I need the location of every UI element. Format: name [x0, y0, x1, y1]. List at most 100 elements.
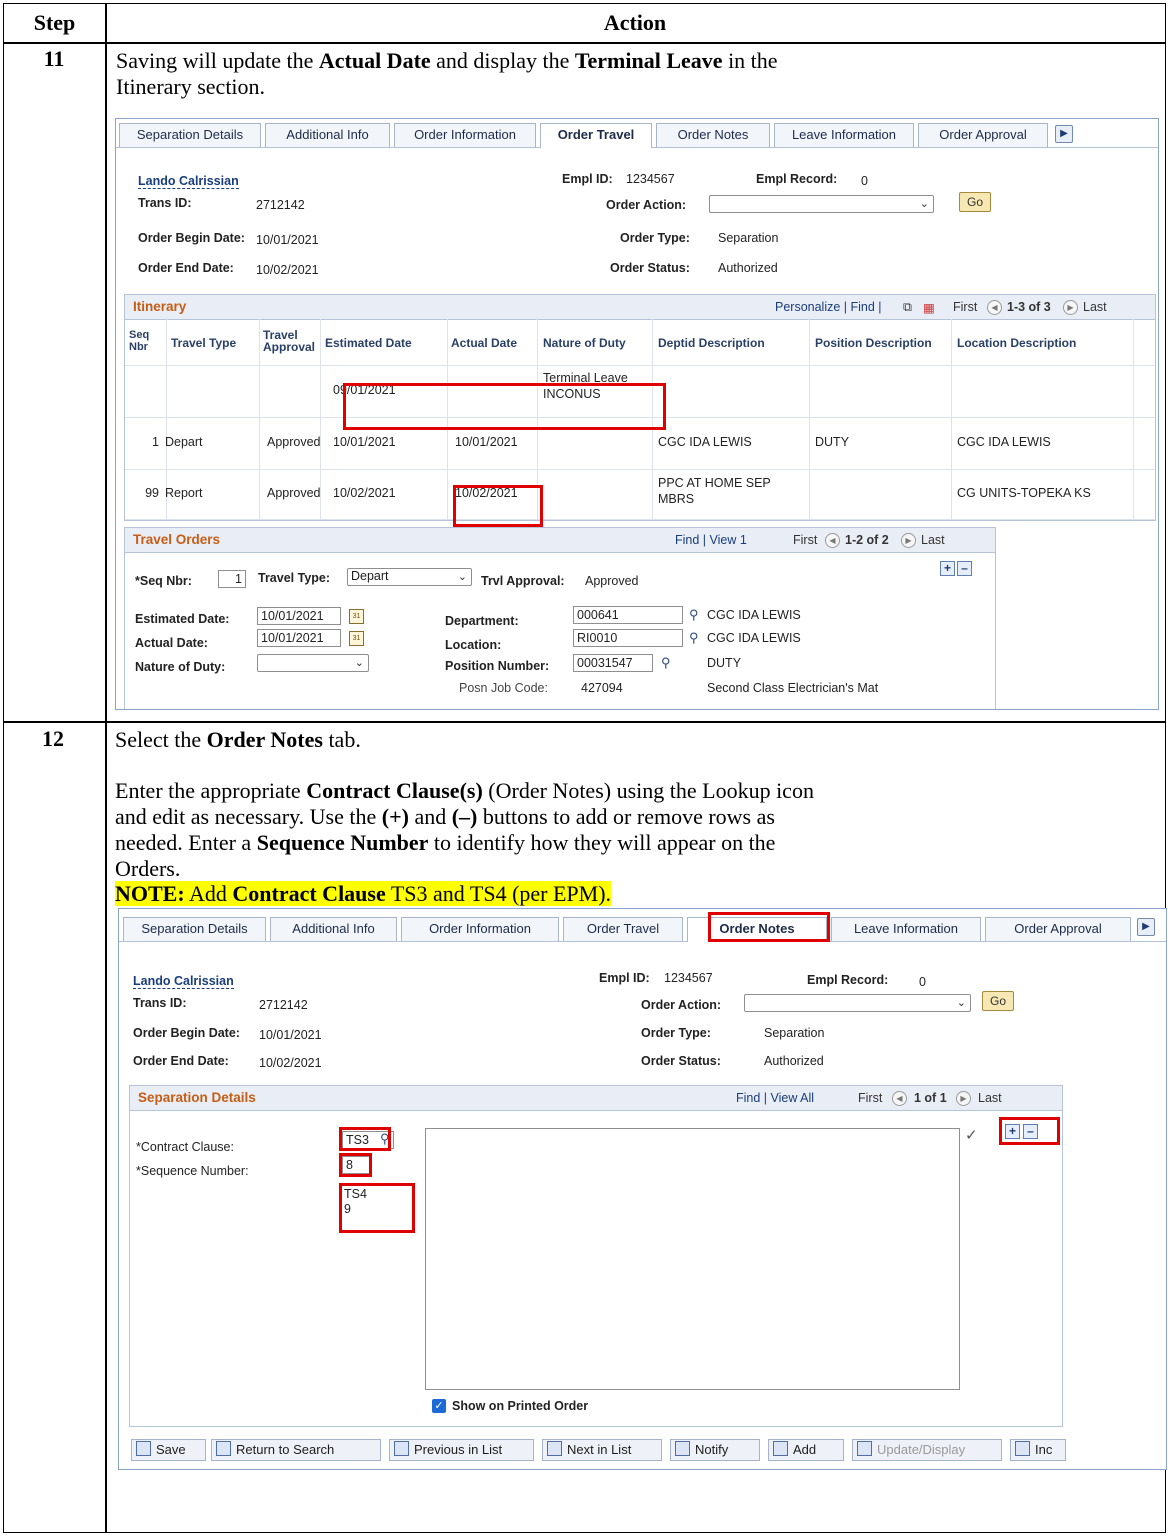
- order-action-select[interactable]: ⌄: [709, 195, 934, 213]
- itinerary-first[interactable]: First: [953, 300, 977, 314]
- tab-order-notes[interactable]: Order Notes: [656, 123, 770, 147]
- go-button[interactable]: Go: [982, 991, 1014, 1011]
- separation-last[interactable]: Last: [978, 1091, 1002, 1105]
- tab-order-travel[interactable]: Order Travel: [540, 123, 652, 148]
- step12-note: NOTE: Add Contract Clause TS3 and TS4 (p…: [115, 881, 612, 906]
- add-button[interactable]: Add: [768, 1439, 844, 1461]
- search-icon[interactable]: ⚲: [689, 630, 699, 646]
- empl-record-label: Empl Record:: [807, 973, 889, 987]
- travel-count: 1-2 of 2: [845, 533, 889, 547]
- travel-orders-nav[interactable]: Find | View 1: [675, 533, 747, 547]
- return-icon: [216, 1441, 231, 1456]
- remove-row-icon[interactable]: –: [957, 561, 972, 576]
- travel-first[interactable]: First: [793, 533, 817, 547]
- employee-name[interactable]: Lando Calrissian: [133, 974, 234, 989]
- add-row-icon[interactable]: +: [940, 561, 955, 576]
- return-to-search-button[interactable]: Return to Search: [211, 1439, 381, 1461]
- prev-icon[interactable]: ◀: [987, 300, 1002, 316]
- update-display-button[interactable]: Update/Display: [852, 1439, 1002, 1461]
- next-icon[interactable]: ▶: [901, 533, 916, 549]
- order-action-label: Order Action:: [606, 198, 687, 212]
- row-separator: [125, 469, 1155, 470]
- actual-date-field[interactable]: 10/01/2021: [257, 629, 341, 647]
- add-icon: [773, 1441, 788, 1456]
- posn-job-desc: Second Class Electrician's Mat: [707, 681, 879, 695]
- tab-order-information[interactable]: Order Information: [394, 123, 536, 147]
- tab-additional-info[interactable]: Additional Info: [265, 123, 390, 147]
- zoom-icon[interactable]: ⧉: [903, 300, 912, 315]
- row2-estimated-date: 10/01/2021: [333, 435, 396, 449]
- previous-icon: [394, 1441, 409, 1456]
- row3-estimated-date: 10/02/2021: [333, 486, 396, 500]
- itinerary-nav[interactable]: Personalize | Find |: [775, 300, 882, 314]
- employee-name[interactable]: Lando Calrissian: [138, 174, 239, 189]
- empl-record-label: Empl Record:: [756, 172, 838, 186]
- tab-order-approval[interactable]: Order Approval: [985, 917, 1131, 941]
- tab-order-information[interactable]: Order Information: [401, 917, 559, 941]
- row2-seq: 1: [152, 435, 159, 449]
- next-icon[interactable]: ▶: [1063, 300, 1078, 316]
- position-number-field[interactable]: 00031547: [573, 654, 653, 672]
- prev-icon[interactable]: ◀: [892, 1091, 907, 1107]
- nature-of-duty-label: Nature of Duty:: [135, 660, 226, 674]
- save-button[interactable]: Save: [131, 1439, 206, 1461]
- notify-icon: [675, 1441, 690, 1456]
- actual-date-label: Actual Date:: [135, 636, 208, 650]
- show-on-printed-checkbox[interactable]: ✓: [432, 1399, 446, 1413]
- next-icon[interactable]: ▶: [956, 1091, 971, 1107]
- nature-of-duty-select[interactable]: ⌄: [257, 654, 369, 672]
- calendar-icon[interactable]: 31: [349, 631, 364, 646]
- step-number-12: 12: [42, 726, 64, 751]
- notify-button[interactable]: Notify: [670, 1439, 760, 1461]
- empl-id-label: Empl ID:: [599, 971, 650, 985]
- itinerary-last[interactable]: Last: [1083, 300, 1107, 314]
- prev-icon[interactable]: ◀: [825, 533, 840, 549]
- order-type-label: Order Type:: [641, 1026, 711, 1040]
- clause-text-area[interactable]: [425, 1128, 960, 1390]
- next-tab-icon[interactable]: ▶: [1137, 918, 1155, 936]
- include-history-button[interactable]: Inc: [1010, 1439, 1066, 1461]
- empl-record: 0: [919, 975, 926, 989]
- tab-additional-info[interactable]: Additional Info: [270, 917, 397, 941]
- order-status: Authorized: [718, 261, 778, 275]
- tab-order-approval[interactable]: Order Approval: [918, 123, 1048, 147]
- col-travel-type: Travel Type: [171, 336, 237, 350]
- tab-leave-information[interactable]: Leave Information: [831, 917, 981, 941]
- travel-type-label: Travel Type:: [258, 571, 331, 585]
- travel-last[interactable]: Last: [921, 533, 945, 547]
- previous-in-list-button[interactable]: Previous in List: [389, 1439, 534, 1461]
- travel-type-select[interactable]: Depart ⌄: [347, 568, 472, 586]
- tab-separation-details[interactable]: Separation Details: [119, 123, 261, 147]
- estimated-date-field[interactable]: 10/01/2021: [257, 607, 341, 625]
- tab-order-travel[interactable]: Order Travel: [563, 917, 683, 941]
- next-tab-icon[interactable]: ▶: [1055, 125, 1073, 143]
- highlight-terminal-leave: [343, 383, 666, 430]
- tab-leave-information[interactable]: Leave Information: [774, 123, 914, 147]
- chevron-down-icon: ⌄: [457, 571, 467, 583]
- department-field[interactable]: 000641: [573, 606, 683, 624]
- next-in-list-button[interactable]: Next in List: [542, 1439, 662, 1461]
- separation-nav[interactable]: Find | View All: [736, 1091, 814, 1105]
- row3-location: CG UNITS-TOPEKA KS: [957, 486, 1091, 500]
- col-seq-nbr: Seq Nbr: [129, 329, 150, 353]
- order-type-label: Order Type:: [620, 231, 690, 245]
- order-action-select[interactable]: ⌄: [744, 994, 971, 1012]
- location-field[interactable]: RI0010: [573, 629, 683, 647]
- separation-count: 1 of 1: [914, 1091, 947, 1105]
- row-divider: [4, 721, 1165, 723]
- separation-details-grid: Separation Details Find | View All First…: [129, 1085, 1063, 1427]
- separation-title: Separation Details: [138, 1090, 256, 1105]
- search-icon[interactable]: ⚲: [661, 655, 671, 671]
- spellcheck-icon[interactable]: ✓: [965, 1126, 978, 1144]
- tab-separation-details[interactable]: Separation Details: [123, 917, 266, 941]
- empl-id: 1234567: [626, 172, 675, 186]
- seq-nbr-field[interactable]: 1: [218, 570, 246, 588]
- order-status-label: Order Status:: [610, 261, 690, 275]
- calendar-icon[interactable]: 31: [349, 609, 364, 624]
- seq-nbr-label: *Seq Nbr:: [135, 574, 192, 588]
- go-button[interactable]: Go: [959, 192, 991, 212]
- separation-first[interactable]: First: [858, 1091, 882, 1105]
- download-icon[interactable]: ▦: [923, 300, 935, 315]
- itinerary-title-bar: Itinerary Personalize | Find | ⧉ ▦ First…: [125, 295, 1155, 320]
- search-icon[interactable]: ⚲: [689, 607, 699, 623]
